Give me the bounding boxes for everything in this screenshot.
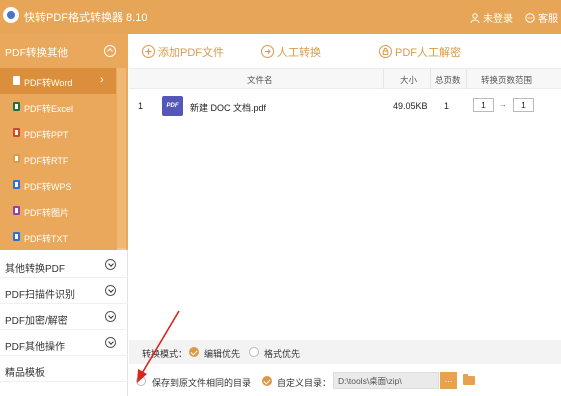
- page-count: 1: [444, 101, 450, 111]
- sidebar-item-pdf-to-wps[interactable]: PDF转WPS: [0, 172, 116, 198]
- manual-convert-button[interactable]: 人工转换: [261, 44, 321, 60]
- folder-icon[interactable]: [463, 374, 475, 385]
- sidebar-group-pdf-convert-other[interactable]: PDF转换其他: [0, 34, 128, 68]
- column-header-filename: 文件名: [247, 75, 273, 85]
- plus-icon: [142, 45, 155, 58]
- sidebar-item-pdf-to-excel[interactable]: PDF转Excel: [0, 94, 116, 120]
- output-directory-bar: 保存到原文件相同的目录 自定义目录： ...: [129, 366, 561, 396]
- sidebar-item-label: PDF转RTF: [24, 156, 69, 166]
- chevron-down-icon: [105, 311, 116, 322]
- browse-button[interactable]: ...: [440, 372, 457, 389]
- sidebar-item-label: PDF转图片: [24, 208, 70, 218]
- service-button[interactable]: 客服: [525, 10, 558, 25]
- pdf-decrypt-button[interactable]: PDF人工解密: [379, 44, 461, 60]
- login-button[interactable]: 未登录: [470, 10, 513, 25]
- excel-doc-icon: [13, 102, 20, 111]
- add-pdf-button[interactable]: 添加PDF文件: [142, 44, 224, 60]
- user-icon: [470, 13, 480, 23]
- manual-convert-label: 人工转换: [277, 47, 321, 59]
- column-header-range: 转换页数范围: [481, 75, 533, 85]
- radio-custom-directory[interactable]: [262, 376, 272, 386]
- radio-edit-priority[interactable]: [189, 347, 199, 357]
- sidebar-item-pdf-to-txt[interactable]: PDF转TXT: [0, 224, 116, 250]
- chevron-down-icon: [105, 259, 116, 270]
- add-pdf-label: 添加PDF文件: [158, 47, 224, 59]
- category-label: 其他转换PDF: [5, 264, 65, 275]
- sidebar-item-pdf-to-rtf[interactable]: PDF转RTF: [0, 146, 116, 172]
- file-size: 49.05KB: [393, 101, 428, 111]
- option-edit-priority-label[interactable]: 编辑优先: [204, 347, 240, 360]
- sidebar-item-label: PDF转Excel: [24, 104, 74, 114]
- sidebar-category-other-to-pdf[interactable]: 其他转换PDF: [0, 252, 128, 278]
- option-format-priority-label[interactable]: 格式优先: [264, 347, 300, 360]
- range-to-input[interactable]: 1: [513, 98, 534, 112]
- mode-label: 转换模式：: [142, 349, 188, 359]
- word-doc-icon: [13, 76, 20, 85]
- sidebar-scrollbar[interactable]: [117, 68, 126, 250]
- chevron-down-icon: [105, 337, 116, 348]
- wps-doc-icon: [13, 180, 20, 189]
- sidebar-category-pdf-other-ops[interactable]: PDF其他操作: [0, 330, 128, 356]
- service-label: 客服: [538, 14, 558, 25]
- column-separator: [466, 69, 467, 89]
- ppt-doc-icon: [13, 128, 20, 137]
- conversion-mode-bar: 转换模式： 编辑优先 格式优先: [129, 340, 561, 364]
- group-label: PDF转换其他: [5, 47, 68, 59]
- txt-doc-icon: [13, 232, 20, 241]
- sidebar: PDF转换其他 PDF转Word › PDF转Excel PDF转PPT PDF…: [0, 34, 128, 396]
- sidebar-category-pdf-encrypt[interactable]: PDF加密/解密: [0, 304, 128, 330]
- sidebar-item-pdf-to-image[interactable]: PDF转图片: [0, 198, 116, 224]
- file-name: 新建 DOC 文档.pdf: [190, 103, 267, 113]
- app-logo-icon: [3, 7, 19, 23]
- radio-same-directory[interactable]: [136, 376, 146, 386]
- sidebar-category-pdf-scan-ocr[interactable]: PDF扫描件识别: [0, 278, 128, 304]
- toolbar: 添加PDF文件 人工转换 PDF人工解密: [129, 34, 561, 68]
- column-header-pages: 总页数: [435, 75, 461, 85]
- column-separator: [430, 69, 431, 89]
- sidebar-item-label: PDF转TXT: [24, 234, 68, 244]
- category-label: 精品模板: [5, 368, 45, 379]
- table-row[interactable]: 1 PDF 新建 DOC 文档.pdf 49.05KB 1 1 → 1: [129, 92, 561, 120]
- radio-format-priority[interactable]: [249, 347, 259, 357]
- sidebar-active-group: PDF转换其他 PDF转Word › PDF转Excel PDF转PPT PDF…: [0, 34, 128, 250]
- chevron-down-icon: [105, 285, 116, 296]
- arrow-right-icon: →: [499, 100, 507, 109]
- manual-convert-icon: [261, 45, 274, 58]
- custom-directory-label[interactable]: 自定义目录：: [277, 376, 331, 389]
- category-label: PDF其他操作: [5, 342, 65, 353]
- image-doc-icon: [13, 206, 20, 215]
- sidebar-item-pdf-to-ppt[interactable]: PDF转PPT: [0, 120, 116, 146]
- pdf-file-icon: PDF: [162, 96, 183, 116]
- scrollbar-thumb[interactable]: [117, 68, 126, 248]
- pdf-decrypt-label: PDF人工解密: [395, 47, 461, 59]
- row-index: 1: [138, 101, 144, 111]
- category-label: PDF扫描件识别: [5, 290, 75, 301]
- file-table-header: 文件名 大小 总页数 转换页数范围: [129, 68, 561, 89]
- sidebar-item-label: PDF转PPT: [24, 130, 69, 140]
- app-title: 快转PDF格式转换器 8.10: [24, 12, 148, 24]
- sidebar-item-label: PDF转WPS: [24, 182, 72, 192]
- chevron-right-icon: ›: [100, 74, 104, 86]
- sidebar-category-templates[interactable]: 精品模板: [0, 356, 128, 382]
- chat-icon: [525, 13, 535, 23]
- category-label: PDF加密/解密: [5, 316, 68, 327]
- title-bar: 快转PDF格式转换器 8.10 未登录 客服: [0, 0, 561, 34]
- sidebar-item-pdf-to-word[interactable]: PDF转Word ›: [0, 68, 116, 94]
- chevron-up-icon: [104, 45, 116, 57]
- column-separator: [383, 69, 384, 89]
- rtf-doc-icon: [13, 154, 20, 163]
- output-path-input[interactable]: [333, 372, 439, 389]
- sidebar-item-label: PDF转Word: [24, 78, 73, 88]
- lock-icon: [379, 45, 392, 58]
- range-from-input[interactable]: 1: [473, 98, 494, 112]
- login-label: 未登录: [483, 14, 513, 25]
- column-header-size: 大小: [400, 75, 418, 85]
- same-directory-label[interactable]: 保存到原文件相同的目录: [152, 376, 251, 389]
